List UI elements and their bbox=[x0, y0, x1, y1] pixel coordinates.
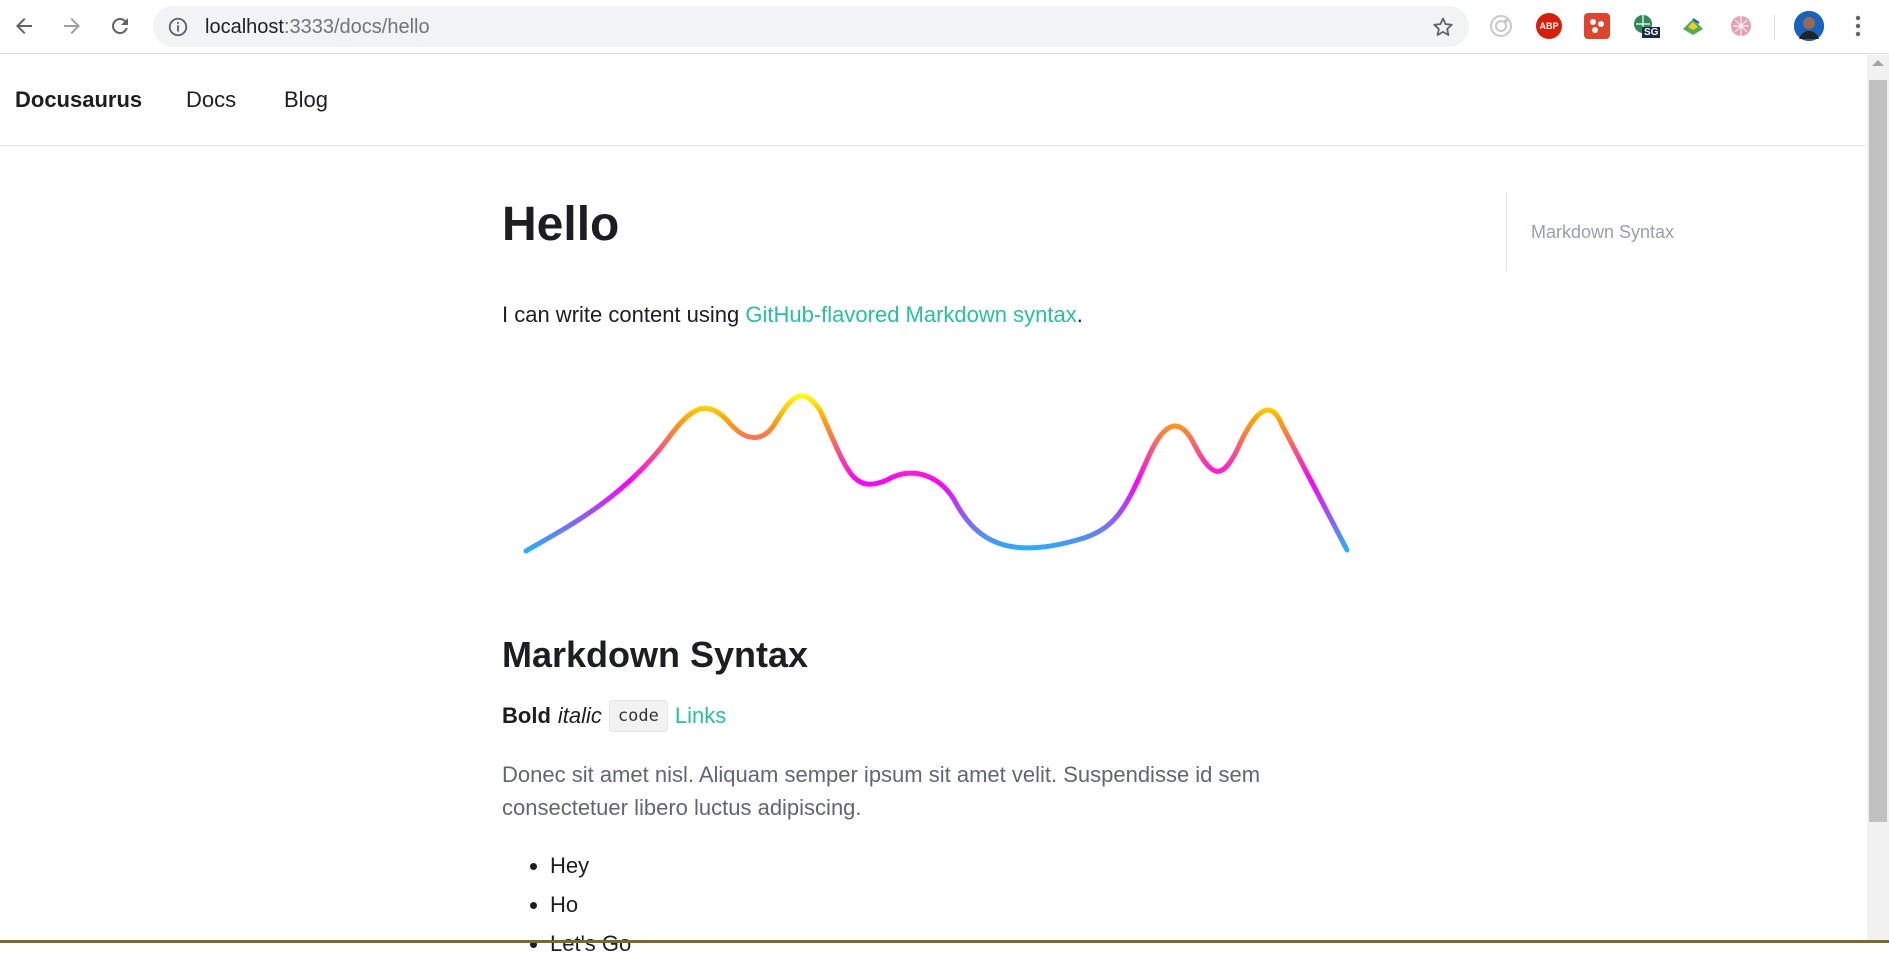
reload-button[interactable] bbox=[106, 11, 134, 41]
table-of-contents: Markdown Syntax bbox=[1506, 192, 1674, 270]
browser-toolbar: localhost:3333/docs/hello ABP SG bbox=[0, 0, 1889, 54]
forward-arrow-icon bbox=[64, 18, 80, 34]
toolbar-separator bbox=[1774, 15, 1775, 39]
ext-icon-6[interactable] bbox=[1728, 13, 1754, 39]
gradient-wave-graphic bbox=[523, 393, 1350, 554]
forward-button[interactable] bbox=[58, 11, 86, 41]
bullet-list: Hey Ho Let's Go bbox=[502, 846, 631, 963]
ext-icon-5[interactable] bbox=[1680, 13, 1706, 39]
scroll-up-icon[interactable] bbox=[1872, 60, 1884, 66]
list-item: Ho bbox=[550, 885, 631, 924]
markdown-syntax-link[interactable]: GitHub-flavored Markdown syntax bbox=[745, 302, 1076, 327]
ext-icon-1[interactable] bbox=[1488, 13, 1514, 39]
site-navbar: Docusaurus Docs Blog bbox=[0, 55, 1867, 146]
page-title: Hello bbox=[502, 198, 620, 251]
links-link[interactable]: Links bbox=[675, 703, 726, 729]
list-item: Hey bbox=[550, 846, 631, 885]
scrollbar-thumb[interactable] bbox=[1869, 80, 1887, 822]
back-arrow-icon bbox=[16, 18, 32, 34]
intro-paragraph: I can write content using GitHub-flavore… bbox=[502, 302, 1083, 328]
italic-text: italic bbox=[557, 703, 602, 728]
abp-label: ABP bbox=[1539, 21, 1559, 31]
nav-link-blog[interactable]: Blog bbox=[284, 87, 328, 113]
sg-label: SG bbox=[1642, 27, 1661, 38]
url-path: :3333/docs/hello bbox=[283, 16, 430, 38]
intro-period: . bbox=[1076, 302, 1083, 327]
bold-text: Bold bbox=[502, 703, 551, 728]
info-icon[interactable] bbox=[167, 16, 189, 43]
address-bar[interactable]: localhost:3333/docs/hello bbox=[153, 6, 1469, 47]
intro-text: I can write content using bbox=[502, 302, 746, 327]
formatting-examples: Bold italic code Links bbox=[502, 700, 726, 732]
inline-code: code bbox=[608, 700, 668, 732]
profile-avatar[interactable] bbox=[1794, 11, 1824, 41]
nav-link-docs[interactable]: Docs bbox=[186, 87, 236, 113]
navbar-brand[interactable]: Docusaurus bbox=[15, 87, 142, 113]
toc-item-markdown-syntax[interactable]: Markdown Syntax bbox=[1531, 222, 1674, 243]
menu-kebab-icon[interactable] bbox=[1844, 11, 1872, 41]
back-button[interactable] bbox=[10, 11, 38, 41]
section-heading: Markdown Syntax bbox=[502, 634, 809, 675]
ext-icon-3[interactable] bbox=[1584, 13, 1610, 39]
list-item: Let's Go bbox=[550, 924, 631, 963]
bookmark-star-icon[interactable] bbox=[1431, 15, 1455, 44]
sg-icon[interactable]: SG bbox=[1632, 13, 1661, 39]
url-text[interactable]: localhost:3333/docs/hello bbox=[205, 16, 430, 39]
abp-icon[interactable]: ABP bbox=[1536, 13, 1562, 39]
body-paragraph: Donec sit amet nisl. Aliquam semper ipsu… bbox=[502, 762, 1261, 820]
reload-icon bbox=[112, 17, 128, 34]
url-host: localhost bbox=[205, 16, 284, 38]
